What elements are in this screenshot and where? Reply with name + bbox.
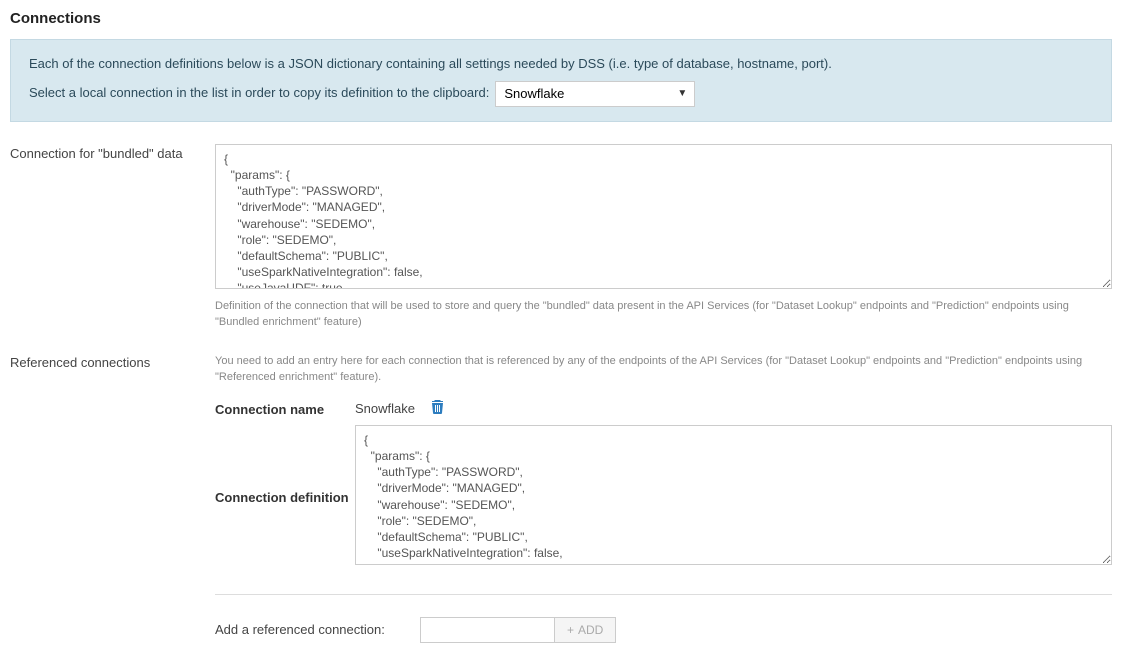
referenced-label: Referenced connections (10, 353, 215, 643)
connection-name-value: Snowflake (355, 401, 415, 416)
referenced-helper-text: You need to add an entry here for each c… (215, 353, 1112, 386)
add-referenced-input[interactable] (420, 617, 555, 643)
divider (215, 594, 1112, 595)
info-line-2-prefix: Select a local connection in the list in… (29, 83, 489, 104)
trash-icon[interactable] (431, 400, 444, 417)
add-referenced-label: Add a referenced connection: (215, 622, 420, 637)
bundled-helper-text: Definition of the connection that will b… (215, 298, 1112, 331)
info-banner: Each of the connection definitions below… (10, 39, 1112, 122)
bundled-label: Connection for "bundled" data (10, 144, 215, 331)
local-connection-select[interactable]: Snowflake (495, 81, 695, 107)
add-button[interactable]: + ADD (555, 617, 616, 643)
connection-definition-textarea[interactable] (355, 425, 1112, 565)
add-button-label: ADD (578, 623, 603, 637)
connection-name-label: Connection name (215, 400, 355, 417)
page-title: Connections (10, 10, 1112, 27)
connection-definition-label: Connection definition (215, 488, 355, 505)
plus-icon: + (567, 623, 574, 637)
bundled-json-textarea[interactable] (215, 144, 1112, 289)
info-line-1: Each of the connection definitions below… (29, 54, 1093, 75)
